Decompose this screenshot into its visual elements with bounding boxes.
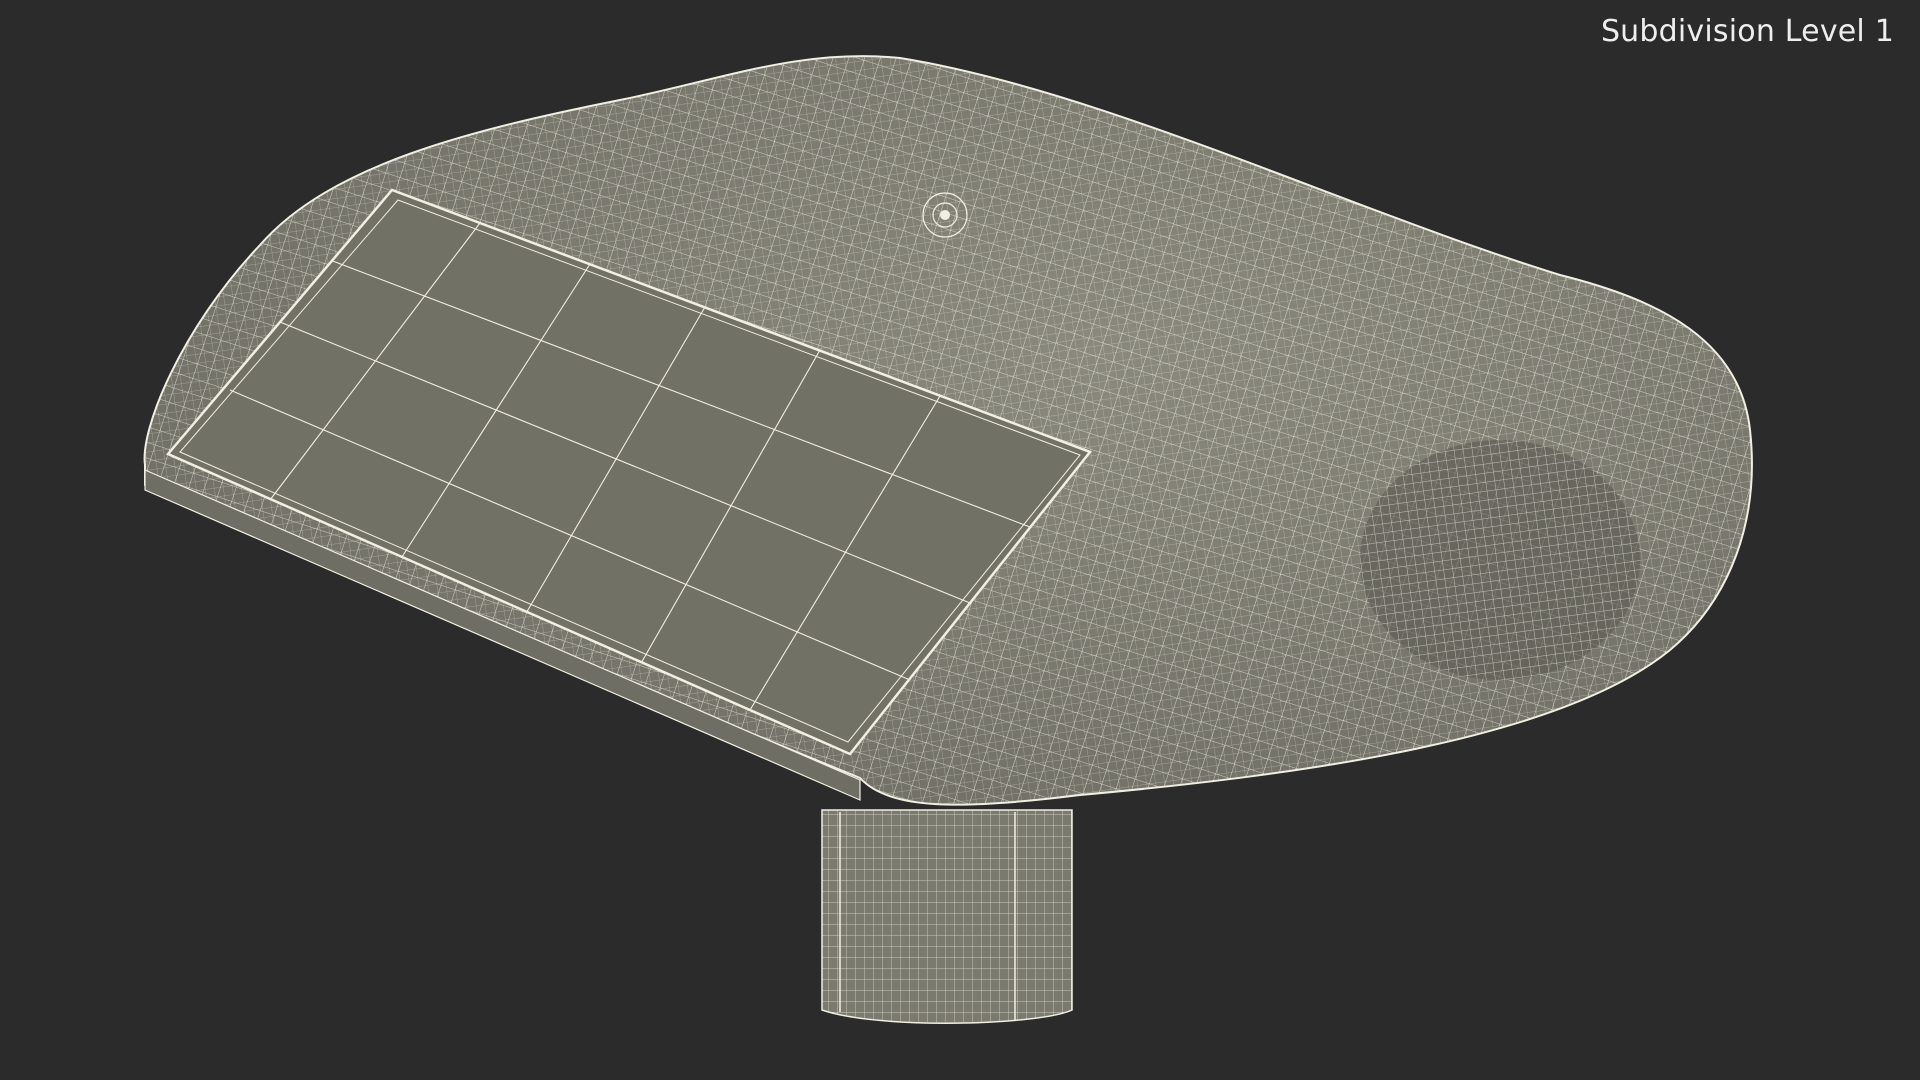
subdivision-level-label: Subdivision Level 1	[1600, 14, 1894, 49]
render-viewport: Subdivision Level 1	[0, 0, 1920, 1080]
model-post	[821, 809, 1073, 1024]
wireframe-model	[143, 55, 1753, 1024]
